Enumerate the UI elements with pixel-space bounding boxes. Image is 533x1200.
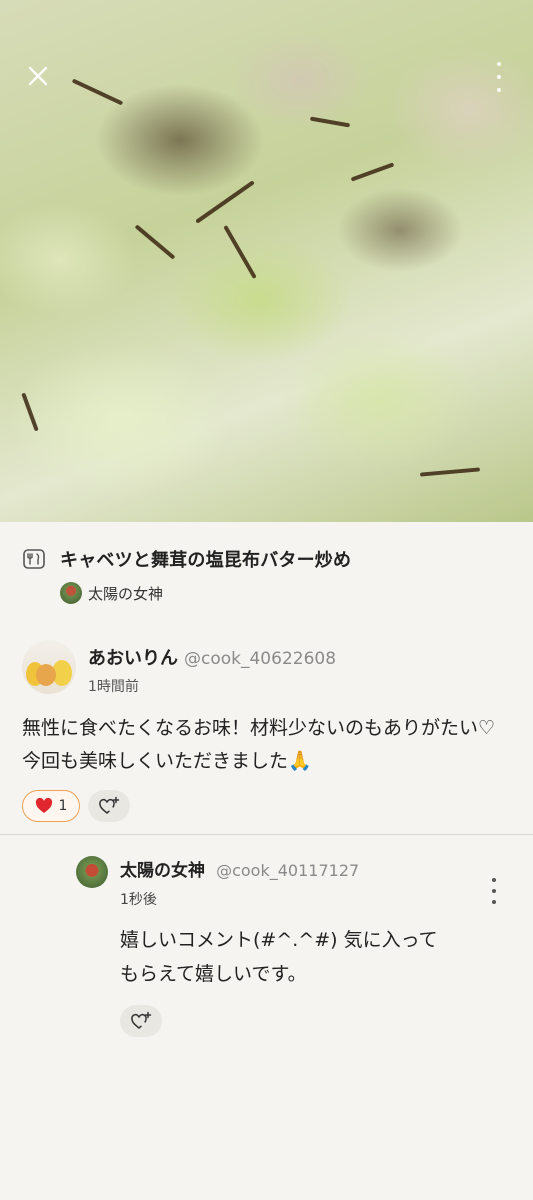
recipe-author[interactable]: 太陽の女神 [60,582,513,604]
kombu-strand [71,78,124,106]
comment-text: 無性に食べたくなるお味！材料少ないのもありがたい♡今回も美味しくいただきました🙏 [22,717,496,772]
reply-time: 1秒後 [120,892,157,908]
add-reaction-icon [99,796,120,814]
like-button[interactable]: 1 [22,790,80,822]
kombu-strand [309,116,351,128]
avatar[interactable] [76,856,108,888]
comment: あおいりん @cook_40622608 1時間前 無性に食べたくなるお味！材料… [22,640,511,822]
divider [0,834,533,835]
reply-more-button[interactable] [489,878,499,904]
comment-time: 1時間前 [88,679,139,695]
kombu-strand [134,224,176,260]
kombu-strand [419,467,481,477]
replier-name[interactable]: 太陽の女神 [120,861,205,881]
reply-text: 嬉しいコメント(#^.^#) 気に入ってもらえて嬉しいです。 [120,929,438,985]
kombu-strand [195,180,255,224]
add-reaction-icon [131,1011,152,1029]
heart-icon [35,798,52,813]
commenter-handle: @cook_40622608 [184,649,337,669]
more-options-button[interactable] [495,62,503,92]
kombu-strand [21,392,39,432]
kombu-strand [350,162,395,182]
recipe-info: キャベツと舞茸の塩昆布バター炒め 太陽の女神 [22,546,513,604]
avatar[interactable] [22,640,76,694]
recipe-author-name: 太陽の女神 [88,584,164,603]
recipe-photo [0,0,533,522]
reply-comment: 太陽の女神 @cook_40117127 1秒後 嬉しいコメント(#^.^#) … [76,856,503,1037]
close-icon [28,66,48,86]
avatar [60,582,82,604]
add-reaction-button[interactable] [88,790,130,822]
recipe-icon [23,549,45,569]
like-count: 1 [58,798,68,814]
recipe-title[interactable]: キャベツと舞茸の塩昆布バター炒め [60,546,351,572]
add-reaction-button[interactable] [120,1005,162,1037]
commenter-name[interactable]: あおいりん [88,644,178,670]
replier-handle: @cook_40117127 [216,861,360,880]
close-button[interactable] [22,60,54,92]
kombu-strand [223,225,257,279]
